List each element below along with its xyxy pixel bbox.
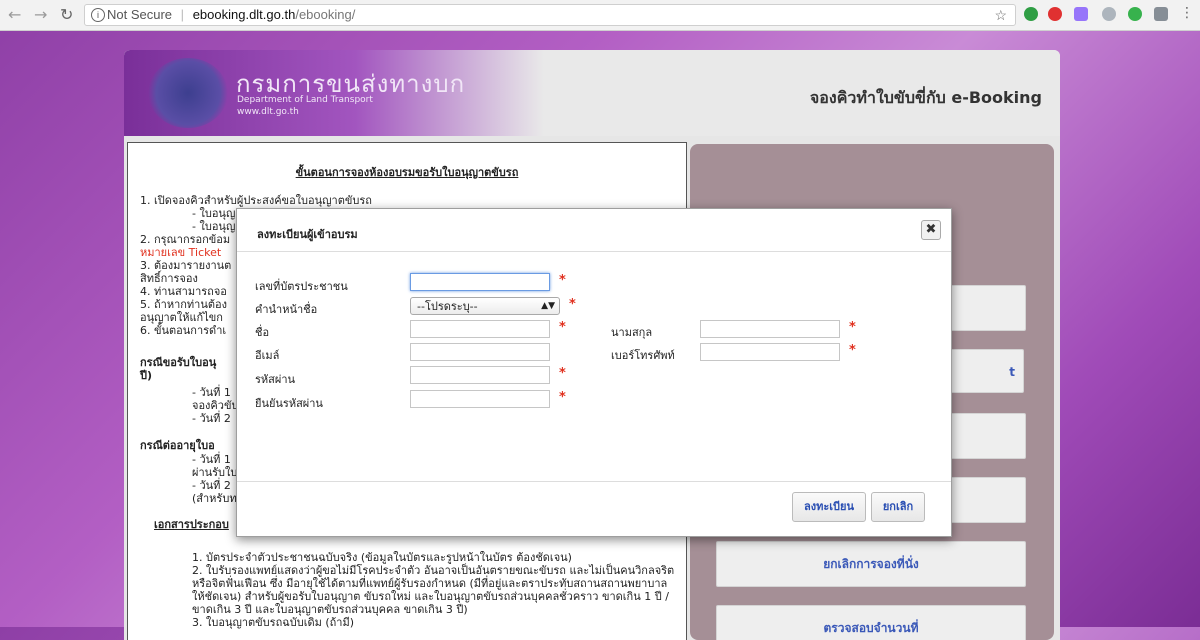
phone-label: เบอร์โทรศัพท์: [611, 349, 675, 362]
share-extension-icon[interactable]: [1128, 7, 1142, 21]
id-card-label: เลขที่บัตรประชาชน: [255, 280, 348, 293]
settings-extension-icon[interactable]: [1102, 7, 1116, 21]
url-host: ebooking.dlt.go.th: [192, 7, 296, 22]
modal-title: ลงทะเบียนผู้เข้าอบรม: [257, 228, 358, 241]
info-icon[interactable]: i: [91, 8, 105, 22]
instruction-line: (สำหรับท: [192, 492, 237, 505]
email-input[interactable]: [410, 343, 550, 361]
security-label: Not Secure: [107, 7, 173, 22]
first-name-label: ชื่อ: [255, 326, 270, 339]
required-mark: *: [569, 297, 576, 312]
code-extension-icon[interactable]: [1074, 7, 1088, 21]
document-line: 3. ใบอนุญาตขับรถฉบับเดิม (ถ้ามี): [192, 616, 355, 629]
last-name-input[interactable]: [700, 320, 840, 338]
register-button[interactable]: ลงทะเบียน: [792, 492, 866, 522]
modal-header: ลงทะเบียนผู้เข้าอบรม ✖: [237, 209, 951, 252]
instruction-line: 1. เปิดจองคิวสำหรับผู้ประสงค์ขอใบอนุญาตข…: [140, 194, 372, 207]
required-mark: *: [559, 273, 566, 288]
browser-toolbar: ← → ↻ i Not Secure | ebooking.dlt.go.th/…: [0, 0, 1200, 31]
instruction-line: 6. ขั้นตอนการดำเ: [140, 324, 227, 337]
required-mark: *: [559, 366, 566, 381]
required-mark: *: [559, 320, 566, 335]
prefix-select[interactable]: --โปรดระบุ-- ▲▼: [410, 297, 560, 315]
registration-modal: ลงทะเบียนผู้เข้าอบรม ✖ เลขที่บัตรประชาชน…: [236, 208, 952, 537]
confirm-password-label: ยืนยันรหัสผ่าน: [255, 397, 323, 410]
extension-icon[interactable]: [1024, 7, 1038, 21]
header-banner: กรมการขนส่งทางบก Department of Land Tran…: [124, 50, 1060, 136]
id-card-input[interactable]: [410, 273, 550, 291]
last-name-label: นามสกุล: [611, 326, 653, 339]
required-mark: *: [849, 343, 856, 358]
prefix-label: คำนำหน้าชื่อ: [255, 303, 318, 316]
bookmark-star-icon[interactable]: ☆: [994, 5, 1007, 25]
first-name-input[interactable]: [410, 320, 550, 338]
cancel-button[interactable]: ยกเลิก: [871, 492, 925, 522]
section-heading: เอกสารประกอบ: [154, 518, 229, 531]
password-label: รหัสผ่าน: [255, 373, 296, 386]
check-seats-button[interactable]: ตรวจสอบจำนวนที่: [716, 605, 1026, 640]
required-mark: *: [849, 320, 856, 335]
confirm-password-input[interactable]: [410, 390, 550, 408]
instructions-heading: ขั้นตอนการจองห้องอบรมขอรับใบอนุญาตขับรถ: [295, 166, 519, 179]
phone-input[interactable]: [700, 343, 840, 361]
required-mark: *: [559, 390, 566, 405]
address-separator: |: [180, 7, 185, 22]
cancel-booking-button[interactable]: ยกเลิกการจองที่นั่ง: [716, 541, 1026, 587]
back-arrow-icon[interactable]: ←: [8, 5, 21, 24]
email-label: อีเมล์: [255, 349, 280, 362]
address-bar[interactable]: i Not Secure | ebooking.dlt.go.th/ebooki…: [84, 4, 1016, 26]
page-title: จองคิวทำใบขับขี่กับ e-Booking: [809, 88, 1042, 107]
reload-icon[interactable]: ↻: [60, 5, 73, 24]
password-input[interactable]: [410, 366, 550, 384]
prefix-selected-value: --โปรดระบุ--: [417, 300, 478, 313]
org-website: www.dlt.go.th: [237, 107, 299, 117]
forward-arrow-icon[interactable]: →: [34, 5, 47, 24]
browser-menu-icon[interactable]: ⋮: [1180, 5, 1194, 21]
url-path: /ebooking/: [295, 7, 356, 22]
select-arrows-icon: ▲▼: [541, 301, 555, 311]
pinterest-icon[interactable]: [1048, 7, 1062, 21]
org-name-english: Department of Land Transport: [237, 95, 373, 105]
dlt-emblem-icon: [148, 58, 228, 128]
section-heading: ปี): [140, 369, 153, 382]
chat-extension-icon[interactable]: [1154, 7, 1168, 21]
instruction-line: - วันที่ 2: [192, 412, 231, 425]
close-icon[interactable]: ✖: [921, 220, 941, 240]
